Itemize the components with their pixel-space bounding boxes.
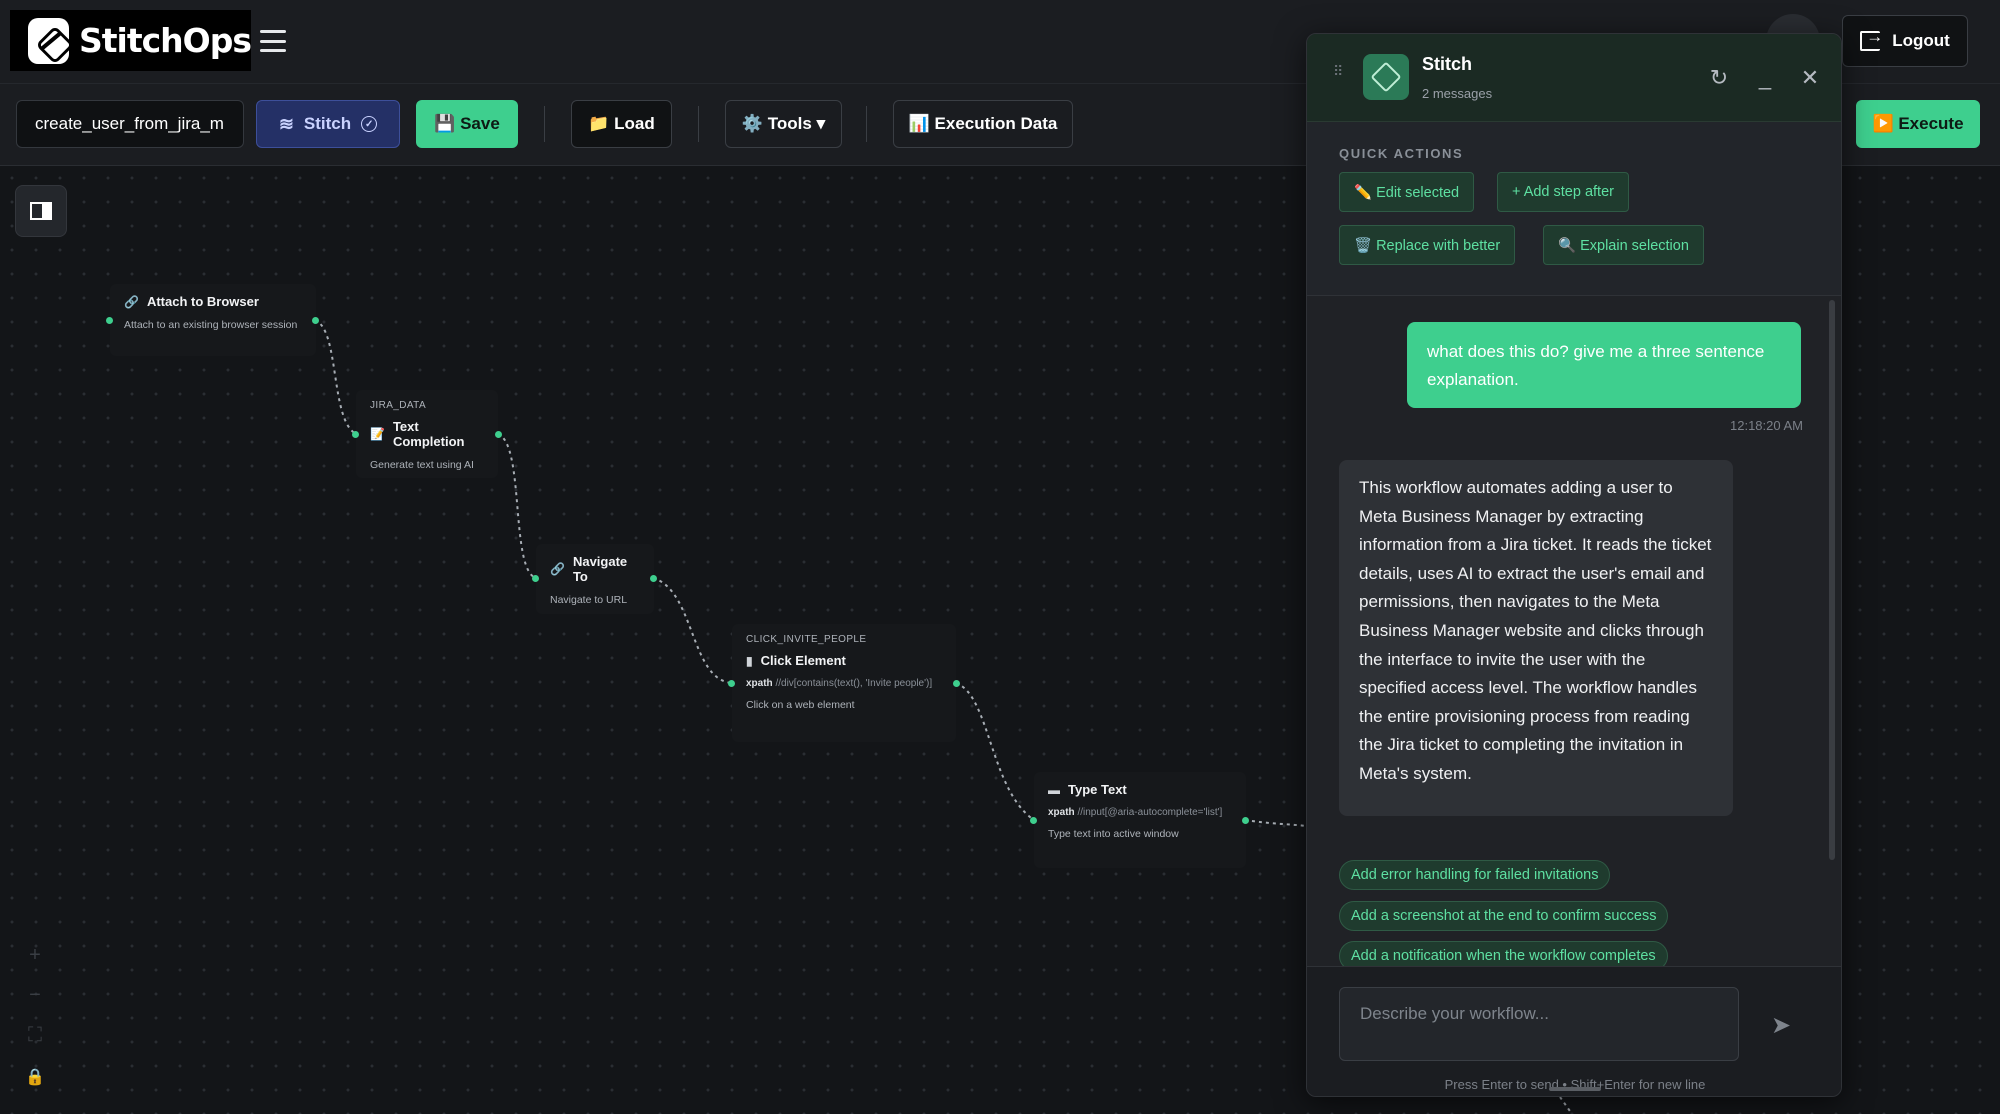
suggestion-chip[interactable]: Add a screenshot at the end to confirm s… — [1339, 901, 1669, 931]
panel-resize-handle[interactable] — [1549, 1087, 1601, 1091]
node-title: Type Text — [1068, 782, 1127, 797]
node-xpath: xpath //input[@aria-autocomplete='list'] — [1048, 807, 1223, 818]
workflow-name-field[interactable]: create_user_from_jira_m — [16, 100, 244, 148]
explain-selection-button[interactable]: 🔍 Explain selection — [1543, 225, 1704, 265]
execute-button[interactable]: ▶️ Execute — [1856, 100, 1980, 148]
logout-label: Logout — [1892, 31, 1950, 50]
node-title: Text Completion — [392, 419, 465, 449]
node-output-port[interactable] — [650, 575, 657, 582]
node-attach-to-browser[interactable]: 🔗 Attach to Browser Attach to an existing… — [110, 284, 316, 356]
stitch-button[interactable]: ≋ Stitch ✓ — [256, 100, 400, 148]
message-count: 2 messages — [1422, 86, 1493, 101]
toolbar-divider — [866, 106, 867, 142]
keyboard-icon: ▬ — [1048, 782, 1060, 797]
message-list[interactable]: what does this do? give me a three sente… — [1307, 296, 1841, 966]
sidebar-toggle-button[interactable] — [15, 185, 67, 237]
refresh-icon[interactable]: ↻ — [1705, 64, 1733, 92]
suggestion-chip[interactable]: Add error handling for failed invitation… — [1339, 860, 1611, 890]
replace-with-better-button[interactable]: 🗑️ Replace with better — [1339, 225, 1516, 265]
node-type-text[interactable]: ▬ Type Text xpath //input[@aria-autocompl… — [1034, 772, 1246, 868]
save-button[interactable]: 💾 Save — [416, 100, 518, 148]
user-message: what does this do? give me a three sente… — [1407, 322, 1801, 408]
chat-title: Stitch — [1422, 54, 1473, 74]
node-output-port[interactable] — [1242, 817, 1249, 824]
scrollbar[interactable] — [1829, 300, 1835, 860]
tools-dropdown[interactable]: ⚙️ Tools ▾ — [725, 100, 842, 148]
node-description: Navigate to URL — [550, 594, 628, 606]
logo-icon — [28, 17, 69, 64]
node-text-completion[interactable]: JIRA_DATA 📝 Text Completion Generate text… — [356, 390, 498, 478]
add-step-after-button[interactable]: + Add step after — [1497, 172, 1629, 212]
drag-handle-icon[interactable]: ⠿ — [1333, 64, 1343, 84]
node-title: Click Element — [760, 653, 846, 668]
toolbar-divider — [544, 106, 545, 142]
assistant-message: This workflow automates adding a user to… — [1339, 460, 1733, 816]
node-input-port[interactable] — [1030, 817, 1037, 824]
node-input-port[interactable] — [106, 317, 113, 324]
zoom-out-button[interactable]: − — [20, 980, 50, 1010]
check-circle-icon: ✓ — [361, 116, 378, 132]
quick-actions: QUICK ACTIONS ✏️ Edit selected + Add ste… — [1307, 122, 1841, 296]
suggestion-chip[interactable]: Add a notification when the workflow com… — [1339, 941, 1668, 966]
minimize-icon[interactable]: _ — [1751, 64, 1779, 92]
node-output-port[interactable] — [495, 431, 502, 438]
app-logo[interactable]: StitchOps — [10, 10, 252, 71]
node-label: JIRA_DATA — [370, 400, 427, 411]
fit-view-button[interactable]: ⛶ — [20, 1020, 50, 1050]
stitch-logo-icon — [1363, 54, 1409, 100]
execution-data-button[interactable]: 📊 Execution Data — [893, 100, 1073, 148]
chat-header[interactable]: ⠿ Stitch 2 messages ↻ _ ✕ — [1307, 34, 1841, 122]
cursor-icon: ▮ — [746, 653, 753, 668]
chat-composer: ➤ Press Enter to send • Shift+Enter for … — [1307, 966, 1841, 1096]
node-input-port[interactable] — [352, 431, 359, 438]
send-icon[interactable]: ➤ — [1761, 1005, 1801, 1045]
load-button[interactable]: 📁 Load — [571, 100, 672, 148]
edit-selected-button[interactable]: ✏️ Edit selected — [1339, 172, 1475, 212]
node-output-port[interactable] — [953, 680, 960, 687]
stitch-chat-panel: ⠿ Stitch 2 messages ↻ _ ✕ QUICK ACTIONS … — [1306, 33, 1842, 1097]
layers-icon: ≋ — [278, 113, 294, 134]
logout-button[interactable]: Logout — [1842, 15, 1968, 67]
chat-input[interactable] — [1339, 987, 1739, 1061]
node-title: Navigate To — [572, 554, 628, 584]
logout-icon — [1860, 27, 1883, 51]
sidebar-icon — [30, 202, 52, 220]
node-description: Click on a web element — [746, 699, 855, 711]
stitch-label: Stitch — [303, 114, 352, 133]
toolbar-divider — [698, 106, 699, 142]
close-icon[interactable]: ✕ — [1796, 64, 1824, 92]
memo-icon: 📝 — [370, 427, 385, 441]
node-click-element[interactable]: CLICK_INVITE_PEOPLE ▮ Click Element xpath… — [732, 624, 956, 742]
menu-icon[interactable] — [260, 30, 286, 52]
node-title: Attach to Browser — [146, 294, 259, 309]
quick-actions-title: QUICK ACTIONS — [1339, 146, 1464, 161]
app-name: StitchOps — [78, 21, 252, 60]
node-description: Attach to an existing browser session — [124, 319, 298, 331]
link-icon: 🔗 — [550, 562, 565, 576]
zoom-in-button[interactable]: + — [20, 940, 50, 970]
link-icon: 🔗 — [124, 294, 139, 309]
node-label: CLICK_INVITE_PEOPLE — [746, 634, 867, 645]
node-output-port[interactable] — [312, 317, 319, 324]
node-xpath: xpath //div[contains(text(), 'Invite peo… — [746, 678, 933, 689]
lock-button[interactable]: 🔒 — [20, 1062, 50, 1092]
node-input-port[interactable] — [728, 680, 735, 687]
message-timestamp: 12:18:20 AM — [1730, 418, 1803, 433]
node-description: Generate text using AI — [370, 459, 474, 471]
node-input-port[interactable] — [532, 575, 539, 582]
node-navigate-to[interactable]: 🔗 Navigate To Navigate to URL — [536, 544, 654, 614]
node-description: Type text into active window — [1048, 828, 1179, 840]
